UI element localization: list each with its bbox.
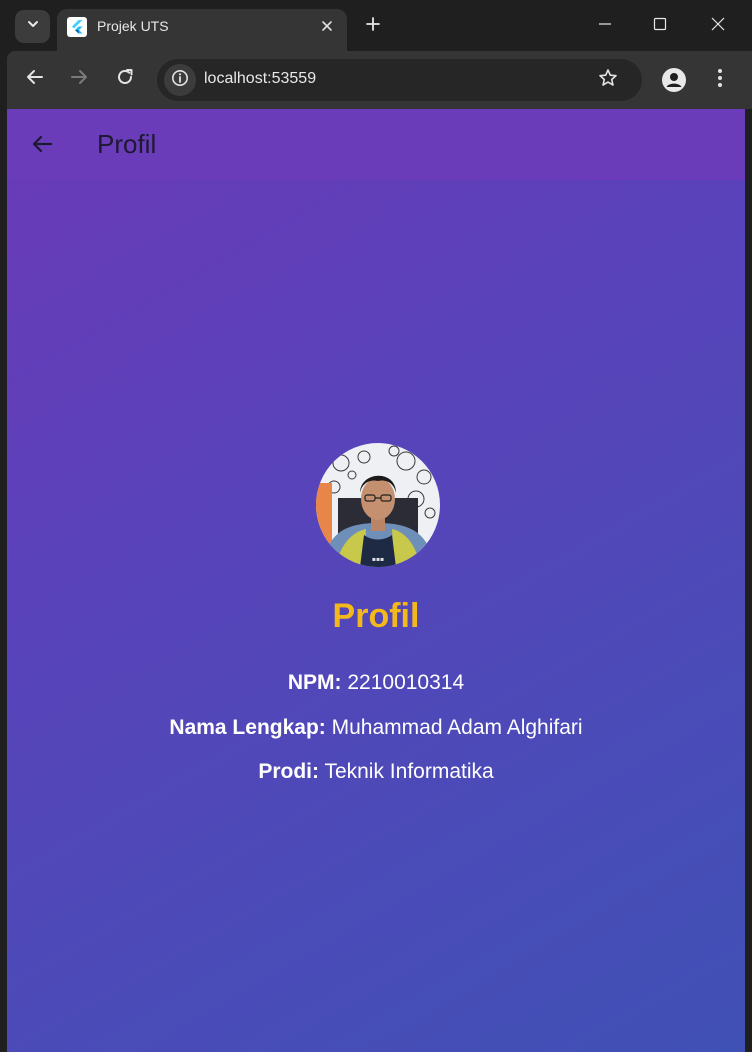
window-edge: [745, 109, 752, 1052]
npm-label: NPM:: [287, 671, 342, 694]
tab-search-button[interactable]: [15, 10, 50, 43]
app-back-button[interactable]: [27, 131, 57, 161]
page-title: Profil: [97, 129, 157, 159]
npm-value: 2210010314: [347, 671, 465, 694]
info-icon: [171, 69, 189, 92]
study-program-label: Prodi:: [258, 760, 319, 783]
menu-button[interactable]: [707, 67, 733, 93]
site-info-button[interactable]: [164, 64, 196, 96]
url-text[interactable]: localhost:53559: [204, 70, 316, 88]
back-button[interactable]: [20, 64, 50, 94]
plus-icon: [365, 16, 381, 37]
window-close-button[interactable]: [695, 8, 741, 44]
svg-text:▪▪▪: ▪▪▪: [372, 556, 384, 563]
reload-button[interactable]: [110, 64, 140, 94]
close-icon: [711, 17, 725, 36]
close-icon[interactable]: [315, 14, 339, 38]
reload-icon: [116, 68, 134, 91]
flutter-logo-icon: [67, 17, 87, 37]
profile-button[interactable]: [661, 67, 687, 93]
browser-titlebar: Projek UTS: [0, 0, 752, 51]
maximize-icon: [653, 17, 667, 36]
app-bar: Profil: [7, 109, 745, 180]
arrow-left-icon: [26, 68, 44, 91]
full-name-row: Nama Lengkap: Muhammad Adam Alghifari: [7, 716, 745, 740]
tab-title: Projek UTS: [97, 18, 169, 34]
new-tab-button[interactable]: [360, 13, 386, 39]
arrow-right-icon: [70, 68, 88, 91]
person-icon: [661, 68, 687, 97]
bookmark-button[interactable]: [595, 67, 621, 93]
star-icon: [598, 68, 618, 93]
profile-heading: Profil: [332, 597, 420, 635]
maximize-button[interactable]: [637, 8, 683, 44]
arrow-left-icon: [30, 132, 54, 161]
browser-tab[interactable]: Projek UTS: [57, 9, 347, 51]
chevron-down-icon: [26, 17, 40, 36]
app-viewport: Profil ▪▪▪ Profil NPM: 2210010314 Nama L…: [7, 109, 745, 1052]
study-program-value: Teknik Informatika: [324, 760, 494, 783]
minimize-icon: [598, 17, 612, 36]
forward-button[interactable]: [64, 64, 94, 94]
address-bar[interactable]: localhost:53559: [157, 59, 642, 101]
minimize-button[interactable]: [582, 8, 628, 44]
browser-toolbar: localhost:53559: [7, 51, 752, 109]
study-program-row: Prodi: Teknik Informatika: [7, 760, 745, 784]
full-name-value: Muhammad Adam Alghifari: [331, 716, 583, 739]
npm-row: NPM: 2210010314: [7, 671, 745, 695]
avatar: ▪▪▪: [316, 443, 440, 567]
full-name-label: Nama Lengkap:: [169, 716, 326, 739]
kebab-menu-icon: [717, 68, 723, 93]
